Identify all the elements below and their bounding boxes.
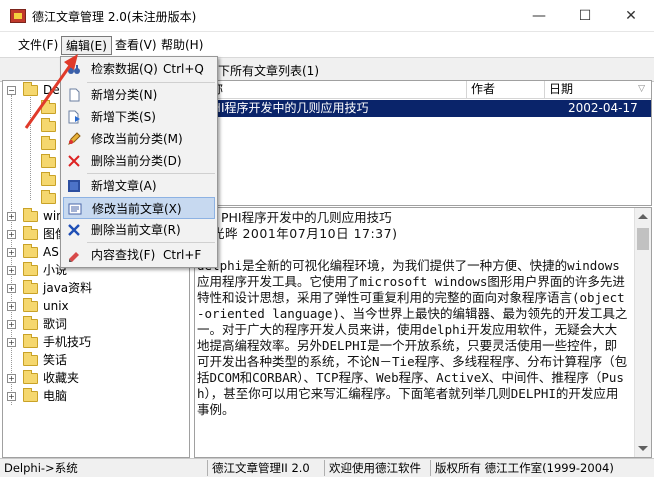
menu-item-new-article[interactable]: 新增文章(A) — [63, 175, 215, 197]
scroll-up-icon[interactable] — [638, 214, 648, 219]
article-meta: 川光晔 2001年07月10日 17:37) — [199, 226, 398, 241]
menu-item-label: 修改当前文章(X) — [92, 202, 182, 216]
tree-node-label: 笑话 — [43, 353, 68, 367]
column-header-author[interactable]: 作者 — [467, 81, 545, 99]
menu-item-label: 删除当前分类(D) — [91, 154, 182, 168]
column-header-name[interactable]: 名称 — [195, 81, 467, 99]
folder-icon — [23, 244, 38, 258]
menu-item-edit-article[interactable]: 修改当前文章(X) — [63, 197, 215, 219]
tree-node-label: 电脑 — [43, 389, 68, 403]
menu-help[interactable]: 帮助(H) — [157, 36, 207, 55]
expand-icon[interactable]: + — [7, 284, 16, 293]
folder-icon — [41, 172, 56, 186]
folder-icon — [23, 298, 38, 312]
folder-icon — [23, 280, 38, 294]
article-title: PHI程序开发中的几则应用技巧 — [221, 210, 392, 225]
article-content-pane[interactable]: PHI程序开发中的几则应用技巧 川光晔 2001年07月10日 17:37) d… — [194, 207, 652, 458]
menu-item-find-content[interactable]: 内容查找(F) Ctrl+F — [63, 244, 215, 266]
menu-item-label: 内容查找(F) — [91, 248, 156, 262]
tree-node-label: unix — [43, 299, 69, 313]
folder-icon — [23, 208, 38, 222]
article-body: delphi是全新的可视化编程环境，为我们提供了一种方便、快捷的windows应… — [197, 258, 628, 417]
scroll-down-icon[interactable] — [638, 446, 648, 451]
close-button[interactable]: ✕ — [608, 0, 654, 32]
folder-icon — [23, 262, 38, 276]
column-header-date-label: 日期 — [549, 82, 574, 96]
expand-icon[interactable]: + — [7, 320, 16, 329]
menu-item-label: 新增文章(A) — [91, 179, 157, 193]
tree-node-label: 收藏夹 — [43, 371, 80, 385]
menu-item-delete-category[interactable]: 删除当前分类(D) — [63, 150, 215, 172]
menu-item-label: 删除当前文章(R) — [91, 223, 181, 237]
sort-arrow-icon: ▽ — [638, 84, 645, 94]
folder-icon — [41, 190, 56, 204]
tree-node-label: java资料 — [43, 281, 93, 295]
expand-icon[interactable]: + — [7, 302, 16, 311]
menu-item-shortcut: Ctrl+F — [163, 248, 202, 262]
expand-icon[interactable]: + — [7, 212, 16, 221]
menu-item-label: 修改当前分类(M) — [91, 132, 183, 146]
status-path: Delphi->系统 — [4, 461, 78, 475]
expand-icon[interactable]: + — [7, 230, 16, 239]
app-logo-icon — [10, 9, 26, 23]
row-date-cell: 2002-04-17 — [568, 101, 638, 115]
collapse-icon[interactable]: − — [7, 86, 16, 95]
expand-icon[interactable]: + — [7, 248, 16, 257]
delete-article-icon — [68, 224, 80, 236]
vertical-scrollbar[interactable] — [634, 208, 651, 457]
status-welcome: 欢迎使用德江软件 — [324, 460, 425, 476]
folder-icon — [23, 316, 38, 330]
folder-icon — [23, 226, 38, 240]
menu-item-delete-article[interactable]: 删除当前文章(R) — [63, 219, 215, 241]
row-title-cell: LPHI程序开发中的几则应用技巧 — [198, 101, 369, 115]
delete-x-icon — [68, 155, 80, 167]
folder-icon — [23, 388, 38, 402]
column-header-date[interactable]: 日期 ▽ — [545, 81, 651, 99]
annotation-arrow-icon — [24, 54, 78, 129]
table-row[interactable]: LPHI程序开发中的几则应用技巧 2002-04-17 — [196, 100, 651, 117]
edit-article-icon — [68, 203, 82, 215]
expand-icon[interactable]: + — [7, 392, 16, 401]
scroll-thumb[interactable] — [637, 228, 649, 250]
expand-icon[interactable]: + — [7, 338, 16, 347]
folder-icon — [41, 154, 56, 168]
tree-node-label: 歌词 — [43, 317, 68, 331]
folder-icon — [23, 352, 38, 366]
menu-view[interactable]: 查看(V) — [111, 36, 161, 55]
status-app-name: 德江文章管理II 2.0 — [207, 460, 314, 476]
menu-item-shortcut: Ctrl+Q — [163, 62, 204, 76]
find-content-icon — [69, 252, 79, 262]
expand-icon[interactable]: + — [7, 266, 16, 275]
menu-item-label: 新增分类(N) — [91, 88, 158, 102]
status-copyright: 版权所有 德江工作室(1999-2004) — [430, 460, 618, 476]
maximize-button[interactable]: ☐ — [562, 0, 608, 32]
folder-icon — [23, 334, 38, 348]
minimize-button[interactable]: — — [516, 0, 562, 32]
folder-icon — [23, 370, 38, 384]
folder-icon — [41, 136, 56, 150]
article-list: 名称 作者 日期 ▽ LPHI程序开发中的几则应用技巧 2002-04-17 — [194, 80, 652, 206]
expand-icon[interactable]: + — [7, 374, 16, 383]
tree-node-label: 手机技巧 — [43, 335, 92, 349]
menu-item-label: 新增下类(S) — [91, 110, 156, 124]
window-title: 德江文章管理 2.0(未注册版本) — [32, 10, 197, 24]
article-list-caption: 类别下所有文章列表(1) — [194, 64, 319, 78]
new-article-icon — [68, 180, 80, 192]
menu-item-label: 检索数据(Q) — [91, 62, 158, 76]
